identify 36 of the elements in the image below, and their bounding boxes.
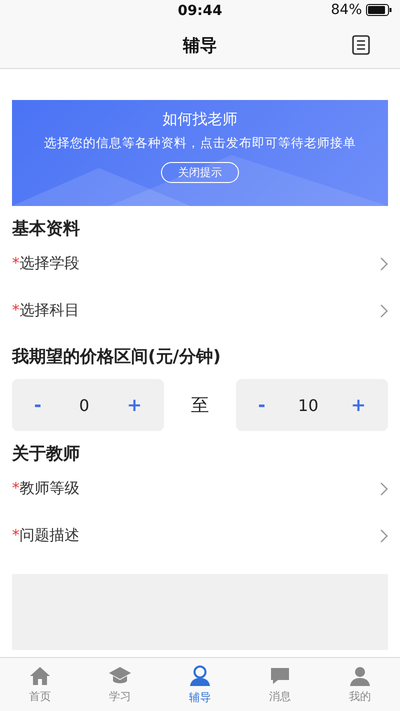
chevron-right-icon [380, 304, 388, 318]
clock-time: 09:44 [178, 3, 222, 19]
select-row[interactable]: *教师等级 [12, 465, 388, 512]
minus-button[interactable]: - [30, 394, 46, 416]
page-title: 辅导 [183, 34, 217, 56]
user-icon [349, 666, 371, 686]
tab-item[interactable]: 我的 [320, 658, 400, 711]
section-heading: 关于教师 [12, 443, 80, 465]
battery-icon [366, 4, 392, 16]
tab-item[interactable]: 消息 [240, 658, 320, 711]
minus-button[interactable]: - [254, 394, 270, 416]
price-stepper[interactable]: - 0 + [12, 379, 164, 431]
plus-button[interactable]: + [346, 394, 370, 416]
select-row[interactable]: *问题描述 [12, 512, 388, 559]
home-icon [29, 666, 51, 686]
chevron-right-icon [380, 256, 388, 270]
tab-item[interactable]: 学习 [80, 658, 160, 711]
battery-percentage: 84% [330, 2, 362, 18]
tab-item[interactable]: 辅导 [160, 658, 240, 711]
tab-item[interactable]: 首页 [0, 658, 80, 711]
document-icon[interactable] [352, 35, 370, 55]
chevron-right-icon [380, 528, 388, 542]
graduation-cap-icon [108, 666, 132, 686]
close-tip-button[interactable]: 关闭提示 [161, 162, 239, 183]
plus-button[interactable]: + [122, 394, 146, 416]
price-stepper[interactable]: - 10 + [236, 379, 388, 431]
chat-icon [269, 666, 291, 686]
chevron-right-icon [380, 482, 388, 496]
banner-title: 如何找老师 [162, 110, 238, 129]
select-row[interactable]: *选择科目 [12, 287, 388, 334]
range-separator: 至 [191, 394, 209, 417]
person-icon [189, 664, 211, 686]
section-heading: 基本资料 [12, 218, 80, 240]
select-row[interactable]: *选择学段 [12, 240, 388, 287]
section-heading: 我期望的价格区间(元/分钟) [12, 346, 221, 368]
banner-text: 选择您的信息等各种资料，点击发布即可等待老师接单 [44, 135, 356, 152]
